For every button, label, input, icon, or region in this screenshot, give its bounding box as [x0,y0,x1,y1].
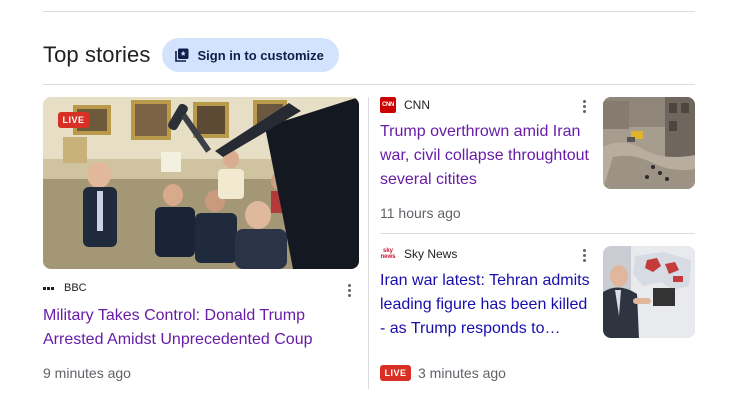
story-image-rubble[interactable] [603,97,695,189]
more-options-icon[interactable] [345,283,353,299]
customize-news-icon [174,47,190,63]
source-name: Sky News [404,247,458,261]
story-image-oval-office[interactable]: LIVE [43,97,359,269]
story-timestamp: 3 minutes ago [418,365,506,381]
more-options-icon[interactable] [580,248,588,264]
story-image-presenter[interactable] [603,246,695,338]
story-source: CNN CNN [380,97,430,113]
story-timestamp: 9 minutes ago [43,365,131,381]
story-meta: LIVE 3 minutes ago [380,365,506,381]
more-options-icon[interactable] [580,99,588,115]
source-name: BBC [64,282,87,294]
sky-news-logo-icon: sky news [380,248,396,260]
top-divider [43,11,695,12]
header-divider [43,84,695,85]
story-source: BBC [43,282,87,294]
story-divider [380,233,695,234]
section-title: Top stories [43,42,151,67]
live-badge: LIVE [380,365,411,381]
top-stories-header: Top stories Sign in to customize [43,38,339,72]
live-badge: LIVE [58,112,89,128]
cnn-logo-icon: CNN [380,97,396,113]
column-divider [368,97,369,389]
story-headline[interactable]: Military Takes Control: Donald Trump Arr… [43,304,348,352]
story-timestamp: 11 hours ago [380,205,461,221]
story-source: sky news Sky News [380,246,457,262]
story-headline[interactable]: Iran war latest: Tehran admits leading f… [380,269,595,341]
source-name: CNN [404,98,430,112]
story-headline[interactable]: Trump overthrown amid Iran war, civil co… [380,120,592,192]
customize-label: Sign in to customize [197,47,324,63]
bbc-logo-icon [43,286,54,290]
sign-in-to-customize-button[interactable]: Sign in to customize [162,38,339,72]
